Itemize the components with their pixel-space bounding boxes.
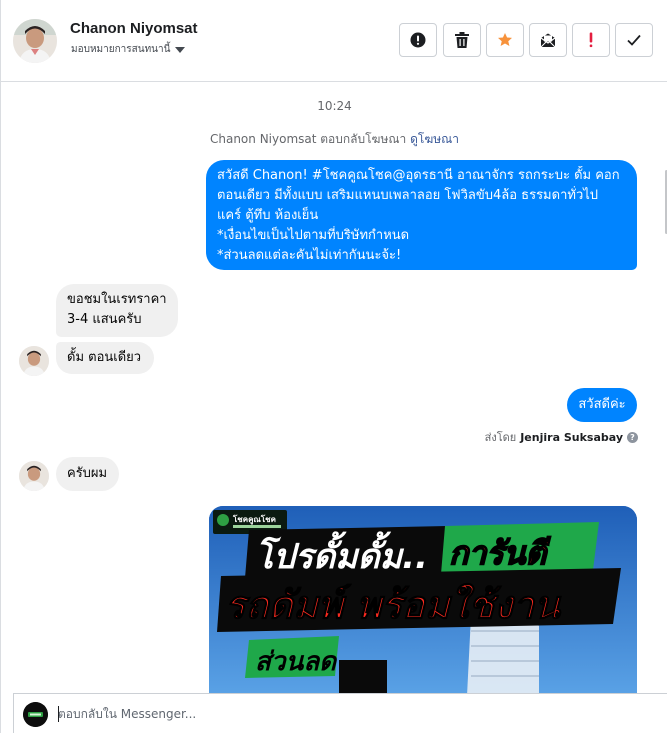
outgoing-message: สวัสดีค่ะ — [567, 388, 637, 422]
promo-discount-label: ส่วนลด — [255, 647, 338, 677]
outgoing-message: สวัสดี Chanon! #โชคคูณโชค@อุดรธานี อาณาจ… — [206, 160, 637, 270]
sender-name: Jenjira Suksabay — [520, 430, 623, 444]
mark-unread-icon — [540, 33, 556, 48]
view-ad-link[interactable]: ดูโฆษณา — [410, 132, 459, 146]
mark-unread-button[interactable] — [529, 23, 567, 57]
promo-headline-part2: การันตี — [449, 534, 551, 572]
page-avatar — [23, 702, 48, 727]
promo-headline-line2: รถดัมพ์ พร้อมใช้งาน — [225, 583, 562, 627]
message-line: แคร์ ตู้ทึบ ห้องเย็น — [217, 208, 319, 223]
mark-spam-button[interactable] — [399, 23, 437, 57]
ad-reply-notice: Chanon Niyomsat ตอบกลับโฆษณา ดูโฆษณา — [1, 130, 667, 149]
message-line: 3-4 แสนครับ — [67, 312, 142, 327]
ad-reply-text: Chanon Niyomsat ตอบกลับโฆษณา — [209, 132, 407, 146]
contact-avatar[interactable] — [13, 19, 57, 63]
alert-circle-icon — [410, 32, 426, 48]
incoming-message: ขอชมในเรทราคา 3-4 แสนครับ — [56, 284, 178, 337]
sent-by-label: ส่งโดย Jenjira Suksabay ? — [485, 428, 638, 446]
message-line: *ส่วนลดแต่ละคันไม่เท่ากันนะจ้ะ! — [217, 248, 402, 263]
message-line: สวัสดี Chanon! #โชคคูณโชค@อุดรธานี อาณาจ… — [217, 168, 620, 183]
message-line: ขอชมในเรทราคา — [67, 292, 167, 307]
delete-button[interactable] — [443, 23, 481, 57]
contact-avatar-small — [19, 461, 49, 491]
incoming-message: ดั้ม ตอนเดียว — [56, 342, 154, 374]
promo-image-attachment[interactable]: โชคคูณโชค โปรดั้มดั้ม.. การันตี รถดัมพ์ … — [209, 506, 637, 693]
promo-headline-part1: โปรดั้มดั้ม.. — [255, 531, 428, 577]
promo-logo-text: โชคคูณโชค — [232, 514, 276, 525]
sent-by-prefix: ส่งโดย — [484, 431, 517, 444]
check-icon — [627, 34, 641, 46]
assign-conversation-dropdown[interactable]: มอบหมายการสนทนานี้ — [71, 42, 186, 57]
exclamation-icon — [589, 32, 593, 48]
trash-icon — [455, 32, 469, 48]
conversation-header: Chanon Niyomsat มอบหมายการสนทนานี้ — [1, 0, 667, 82]
message-thread[interactable]: 10:24 Chanon Niyomsat ตอบกลับโฆษณา ดูโฆษ… — [1, 82, 667, 693]
contact-avatar-small — [19, 346, 49, 376]
follow-up-button[interactable] — [572, 23, 610, 57]
conversation-panel: Chanon Niyomsat มอบหมายการสนทนานี้ 10:24… — [0, 0, 667, 733]
reply-input[interactable] — [58, 704, 618, 724]
star-button[interactable] — [486, 23, 524, 57]
star-icon — [498, 33, 512, 46]
incoming-message: ครับผม — [56, 457, 119, 491]
mark-done-button[interactable] — [615, 23, 653, 57]
caret-down-icon — [175, 46, 186, 53]
contact-name[interactable]: Chanon Niyomsat — [70, 20, 198, 37]
assign-label: มอบหมายการสนทนานี้ — [71, 44, 171, 55]
message-timestamp: 10:24 — [317, 99, 352, 113]
info-icon[interactable]: ? — [627, 431, 638, 443]
message-line: ตอนเดียว มีทั้งแบบ เสริมแหนบเพลาลอย โฟวิ… — [217, 188, 599, 203]
message-line: *เงื่อนไขเป็นไปตามที่บริษัทกำหนด — [217, 228, 410, 243]
message-composer — [13, 693, 667, 733]
